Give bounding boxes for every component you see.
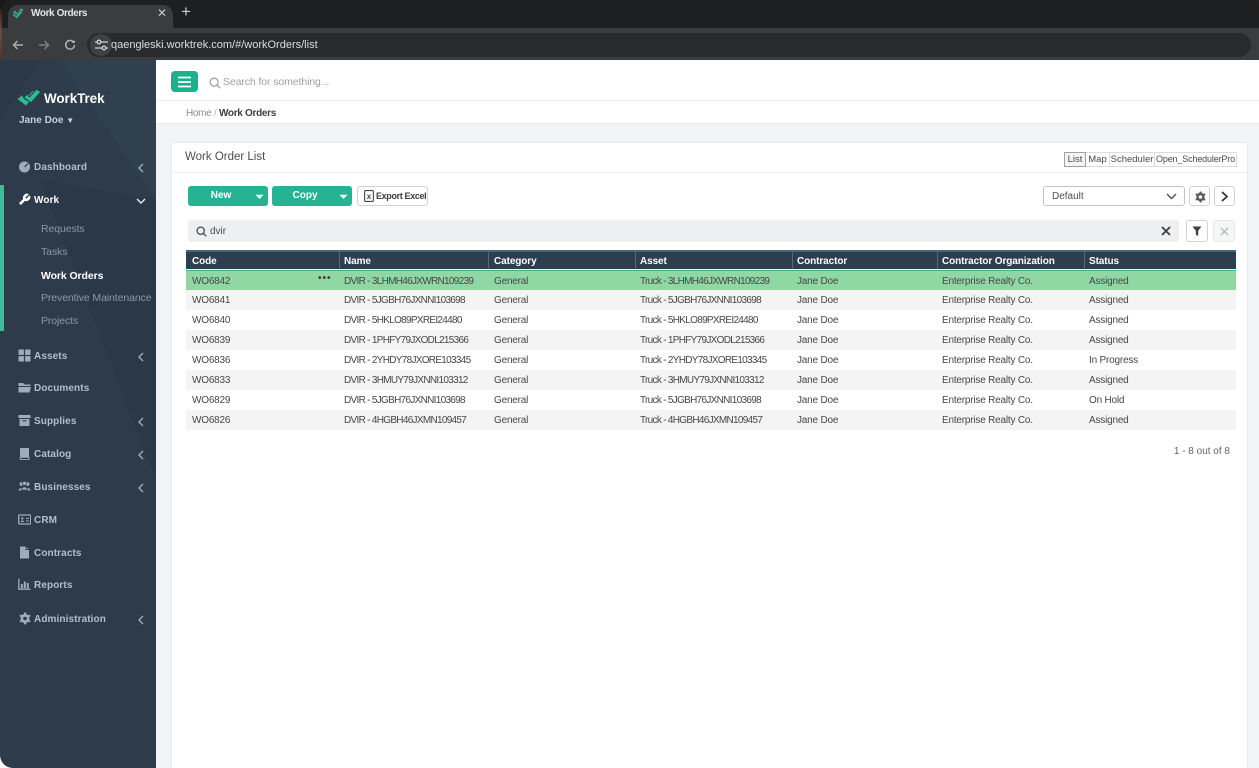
svg-text:x: x [367, 192, 372, 201]
